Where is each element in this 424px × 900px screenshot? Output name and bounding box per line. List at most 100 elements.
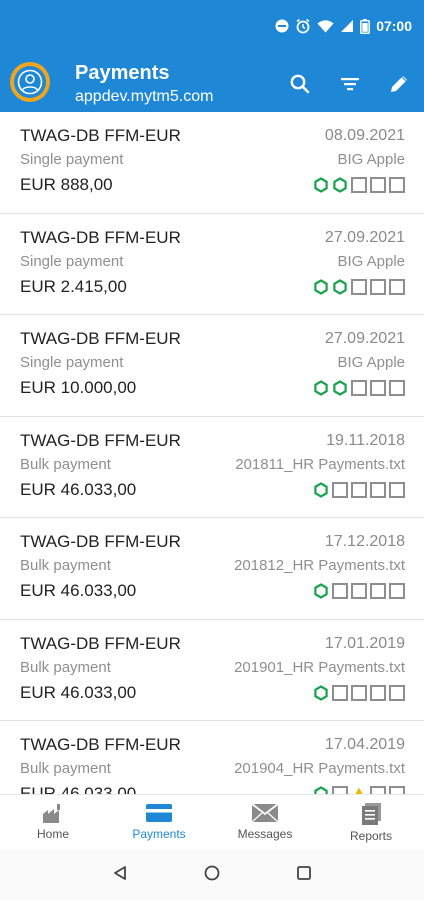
payment-type: Bulk payment xyxy=(20,658,111,676)
avatar[interactable] xyxy=(10,62,50,102)
payment-amount: EUR 46.033,00 xyxy=(20,479,137,499)
signature-pending-box-icon xyxy=(351,583,367,599)
payment-bank-account: TWAG-DB FFM-EUR xyxy=(20,735,181,754)
payment-bank-account: TWAG-DB FFM-EUR xyxy=(20,329,181,348)
signature-done-hexagon-icon xyxy=(313,684,329,701)
signature-done-hexagon-icon xyxy=(332,278,348,295)
wifi-icon xyxy=(317,19,334,33)
payment-date: 08.09.2021 xyxy=(324,127,405,144)
payment-amount: EUR 888,00 xyxy=(20,175,113,194)
payment-row[interactable]: TWAG-DB FFM-EUR 17.01.2019 Bulk payment 201… xyxy=(0,620,424,721)
signature-pending-box-icon xyxy=(351,278,367,295)
signature-pending-box-icon xyxy=(389,481,405,498)
signature-status xyxy=(313,177,405,193)
nav-item-payments[interactable]: Payments xyxy=(106,795,212,850)
signature-pending-box-icon xyxy=(370,684,386,701)
signature-pending-box-icon xyxy=(351,684,367,701)
payment-amount: EUR 46.033,00 xyxy=(20,581,137,600)
signature-pending-box-icon xyxy=(389,380,405,396)
payment-reference: 201811_HR Payments.txt xyxy=(235,455,405,473)
signature-pending-box-icon xyxy=(389,278,405,295)
payment-amount: EUR 46.033,00 xyxy=(20,682,137,702)
nav-item-reports[interactable]: Reports xyxy=(318,795,424,850)
payment-row[interactable]: TWAG-DB FFM-EUR 27.09.2021 Single payment B… xyxy=(0,214,424,315)
nav-item-messages[interactable]: Messages xyxy=(212,795,318,850)
signature-pending-box-icon xyxy=(351,177,367,193)
payment-row[interactable]: TWAG-DB FFM-EUR 19.11.2018 Bulk payment 201… xyxy=(0,417,424,518)
status-bar: 07:00 xyxy=(0,0,424,56)
nav-label-payments: Payments xyxy=(132,827,186,841)
user-icon xyxy=(14,66,46,98)
nav-item-home[interactable]: Home xyxy=(0,795,106,850)
cell-signal-icon xyxy=(340,19,354,33)
envelope-icon xyxy=(251,803,279,823)
home-icon xyxy=(43,804,60,823)
signature-done-hexagon-icon xyxy=(313,786,329,794)
signature-pending-box-icon xyxy=(389,684,405,701)
nav-label-reports: Reports xyxy=(349,829,393,843)
payment-type: Single payment xyxy=(20,354,124,371)
signature-status xyxy=(313,583,405,599)
filter-button[interactable] xyxy=(336,70,364,98)
recents-square-icon xyxy=(297,865,311,880)
payment-date: 17.12.2018 xyxy=(324,533,405,550)
payment-bank-account: TWAG-DB FFM-EUR xyxy=(20,430,181,450)
payment-date: 27.09.2021 xyxy=(324,228,405,246)
signature-done-hexagon-icon xyxy=(313,380,329,396)
do-not-disturb-icon xyxy=(275,19,289,33)
signature-done-hexagon-icon xyxy=(313,583,329,599)
payment-reference: BIG Apple xyxy=(337,354,405,371)
edit-button[interactable] xyxy=(385,70,413,98)
payment-row[interactable]: TWAG-DB FFM-EUR 08.09.2021 Single payment B… xyxy=(0,112,424,214)
search-button[interactable] xyxy=(286,70,314,98)
signature-pending-box-icon xyxy=(389,583,405,599)
nav-label-messages: Messages xyxy=(237,827,293,841)
payment-type: Single payment xyxy=(20,252,124,270)
signature-status xyxy=(313,380,405,396)
app-bar: Payments appdev.mytm5.com xyxy=(0,56,424,112)
document-icon xyxy=(362,803,381,825)
payment-amount: EUR 10.000,00 xyxy=(20,378,137,397)
signature-done-hexagon-icon xyxy=(313,481,329,498)
payment-type: Bulk payment xyxy=(20,557,111,574)
payment-row[interactable]: TWAG-DB FFM-EUR 17.04.2019 Bulk payment 201… xyxy=(0,721,424,794)
back-button[interactable] xyxy=(112,865,128,886)
page-subtitle: appdev.mytm5.com xyxy=(75,88,214,105)
bottom-navigation: Home Payments Messages Reports xyxy=(0,794,424,850)
payment-date: 27.09.2021 xyxy=(324,330,405,347)
home-system-button[interactable] xyxy=(204,865,220,886)
status-icons: 07:00 xyxy=(275,18,412,34)
signature-pending-box-icon xyxy=(370,278,386,295)
payment-date: 19.11.2018 xyxy=(326,431,405,449)
payment-row[interactable]: TWAG-DB FFM-EUR 17.12.2018 Bulk payment 201… xyxy=(0,518,424,620)
payment-bank-account: TWAG-DB FFM-EUR xyxy=(20,126,181,145)
signature-pending-box-icon xyxy=(370,583,386,599)
system-navigation-bar xyxy=(0,850,424,900)
signature-pending-box-icon xyxy=(332,583,348,599)
signature-pending-box-icon xyxy=(389,786,405,794)
payment-reference: BIG Apple xyxy=(337,151,405,168)
payment-amount: EUR 2.415,00 xyxy=(20,276,127,296)
payment-list[interactable]: TWAG-DB FFM-EUR 08.09.2021 Single payment B… xyxy=(0,112,424,794)
payment-bank-account: TWAG-DB FFM-EUR xyxy=(20,633,181,653)
signature-done-hexagon-icon xyxy=(313,278,329,295)
signature-done-hexagon-icon xyxy=(332,177,348,193)
home-circle-icon xyxy=(204,865,220,880)
payment-type: Bulk payment xyxy=(20,760,111,777)
recents-button[interactable] xyxy=(296,865,312,886)
pencil-icon xyxy=(391,76,407,92)
filter-icon xyxy=(341,78,359,91)
signature-warning-icon xyxy=(351,786,367,794)
payment-row[interactable]: TWAG-DB FFM-EUR 27.09.2021 Single payment B… xyxy=(0,315,424,417)
payment-bank-account: TWAG-DB FFM-EUR xyxy=(20,227,181,247)
payments-card-icon xyxy=(146,804,172,822)
nav-label-home: Home xyxy=(36,827,69,841)
alarm-icon xyxy=(295,18,311,34)
battery-icon xyxy=(360,18,371,34)
signature-pending-box-icon xyxy=(332,481,348,498)
signature-pending-box-icon xyxy=(351,481,367,498)
payment-reference: BIG Apple xyxy=(337,252,405,270)
payment-reference: 201904_HR Payments.txt xyxy=(234,760,405,777)
signature-pending-box-icon xyxy=(332,684,348,701)
payment-date: 17.04.2019 xyxy=(324,736,405,753)
